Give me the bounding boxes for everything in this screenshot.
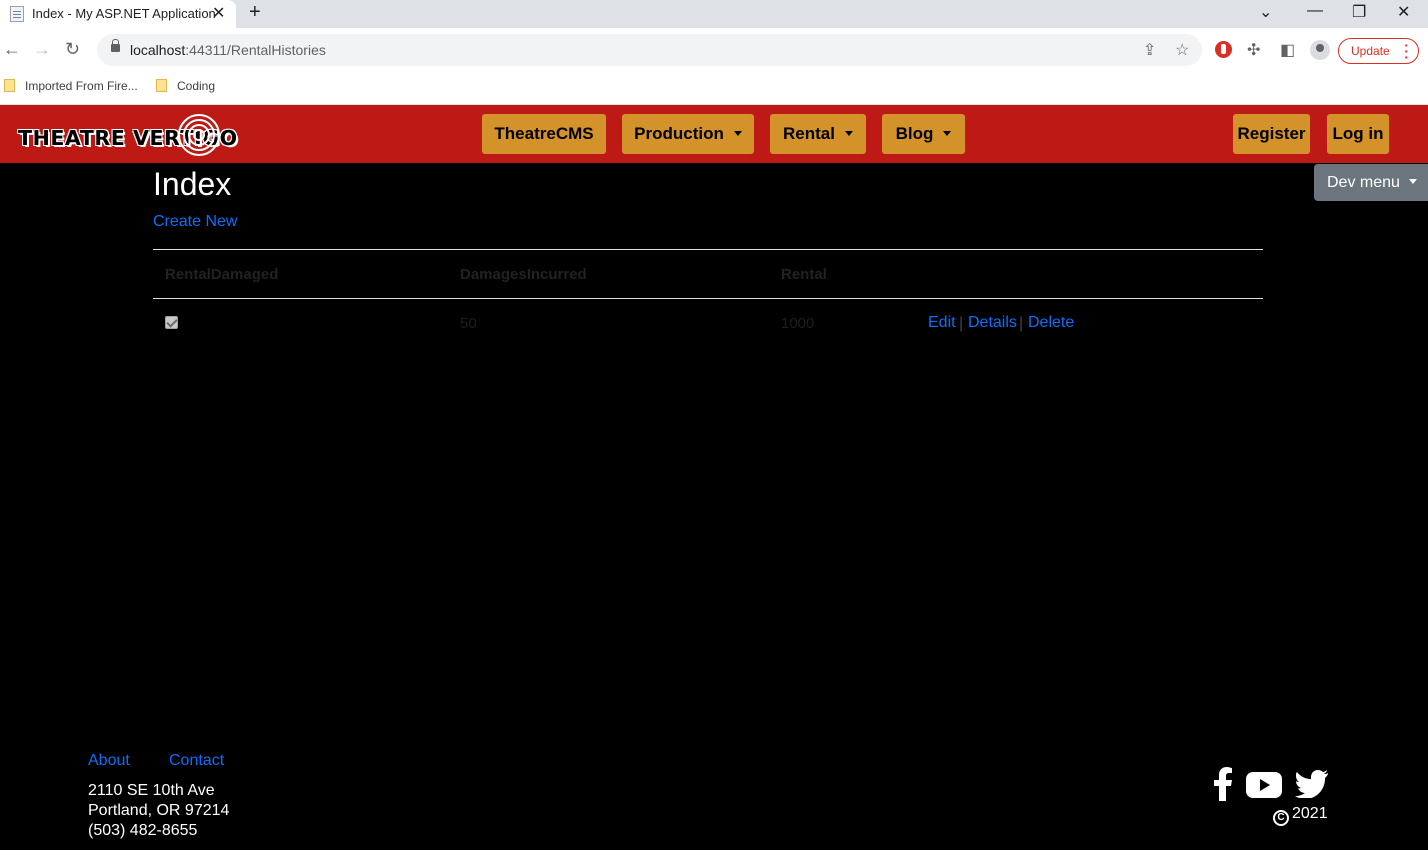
folder-icon (4, 79, 15, 92)
dev-menu-dropdown[interactable]: Dev menu (1314, 164, 1428, 201)
nav-rental-dropdown[interactable]: Rental (770, 114, 866, 154)
nav-theatrecms[interactable]: TheatreCMS (482, 114, 606, 154)
bookmark-star-icon[interactable]: ☆ (1175, 40, 1189, 60)
action-separator: | (959, 315, 964, 332)
address-bar[interactable]: localhost:44311/RentalHistories ⇪ ☆ (97, 34, 1202, 66)
delete-link[interactable]: Delete (1028, 314, 1074, 332)
browser-tabstrip: Index - My ASP.NET Application ✕ + ⌄ — ❐… (0, 0, 1428, 28)
page-favicon-icon (10, 6, 24, 22)
adblock-extension-icon[interactable] (1215, 41, 1232, 58)
lock-icon[interactable] (111, 39, 120, 52)
table-top-border (153, 249, 1263, 250)
maximize-icon[interactable]: ❐ (1352, 2, 1366, 22)
browser-tab[interactable]: Index - My ASP.NET Application ✕ (0, 0, 236, 28)
share-icon[interactable]: ⇪ (1143, 40, 1156, 60)
rental-damaged-checkbox (165, 316, 178, 329)
chevron-down-icon (844, 131, 853, 136)
address-line-2: Portland, OR 97214 (88, 802, 230, 819)
tab-title: Index - My ASP.NET Application (32, 6, 216, 21)
chevron-down-icon (943, 131, 952, 136)
url-text[interactable]: localhost:44311/RentalHistories (130, 42, 326, 58)
browser-toolbar: ← → ↻ localhost:44311/RentalHistories ⇪ … (0, 28, 1428, 72)
column-header-rental-damaged: RentalDamaged (165, 266, 279, 283)
update-button[interactable]: Update · · · (1338, 38, 1419, 64)
column-header-damages-incurred: DamagesIncurred (460, 266, 587, 283)
logo-spiral-icon (178, 114, 220, 156)
folder-icon (156, 79, 167, 92)
new-tab-icon[interactable]: + (249, 1, 261, 24)
details-link[interactable]: Details (968, 314, 1017, 332)
twitter-icon[interactable] (1295, 770, 1328, 798)
close-tab-icon[interactable]: ✕ (212, 3, 225, 23)
back-arrow-icon[interactable]: ← (3, 40, 21, 58)
register-button[interactable]: Register (1233, 114, 1310, 154)
damages-incurred-cell: 50 (460, 315, 477, 332)
close-window-icon[interactable]: ✕ (1397, 2, 1410, 22)
side-panel-icon[interactable]: ◧ (1280, 40, 1295, 60)
page-title: Index (153, 166, 232, 202)
nav-production-dropdown[interactable]: Production (622, 114, 754, 154)
copyright-text: C 2021 (1273, 805, 1328, 826)
chevron-down-icon (1408, 179, 1417, 184)
address-line-1: 2110 SE 10th Ave (88, 782, 215, 799)
create-new-link[interactable]: Create New (153, 213, 237, 231)
bookmark-folder-imported[interactable]: Imported From Fire... (4, 79, 138, 93)
more-menu-icon[interactable]: · · · (1404, 38, 1409, 64)
action-separator: | (1019, 315, 1024, 332)
footer-contact-link[interactable]: Contact (169, 752, 224, 770)
copyright-icon: C (1273, 810, 1289, 826)
minimize-icon[interactable]: — (1307, 2, 1323, 20)
login-button[interactable]: Log in (1327, 114, 1389, 154)
profile-avatar-icon[interactable] (1310, 40, 1330, 60)
phone-number: (503) 482-8655 (88, 822, 198, 839)
column-header-rental: Rental (781, 266, 827, 283)
forward-arrow-icon[interactable]: → (33, 40, 51, 58)
reload-icon[interactable]: ↻ (65, 40, 80, 58)
footer-about-link[interactable]: About (88, 752, 130, 770)
extensions-puzzle-icon[interactable]: ✣ (1247, 40, 1260, 60)
tab-search-chevron-icon[interactable]: ⌄ (1259, 2, 1272, 22)
edit-link[interactable]: Edit (928, 314, 956, 332)
youtube-icon[interactable] (1246, 772, 1282, 798)
table-header-border (153, 298, 1263, 299)
bookmark-folder-coding[interactable]: Coding (156, 79, 215, 93)
site-navbar: THEATRE VERTIGO TheatreCMS Production Re… (0, 105, 1428, 163)
rental-cell: 1000 (781, 315, 815, 332)
bookmarks-bar: Imported From Fire... Coding (0, 72, 1428, 105)
chevron-down-icon (733, 131, 742, 136)
nav-blog-dropdown[interactable]: Blog (882, 114, 965, 154)
facebook-icon[interactable] (1212, 767, 1234, 801)
